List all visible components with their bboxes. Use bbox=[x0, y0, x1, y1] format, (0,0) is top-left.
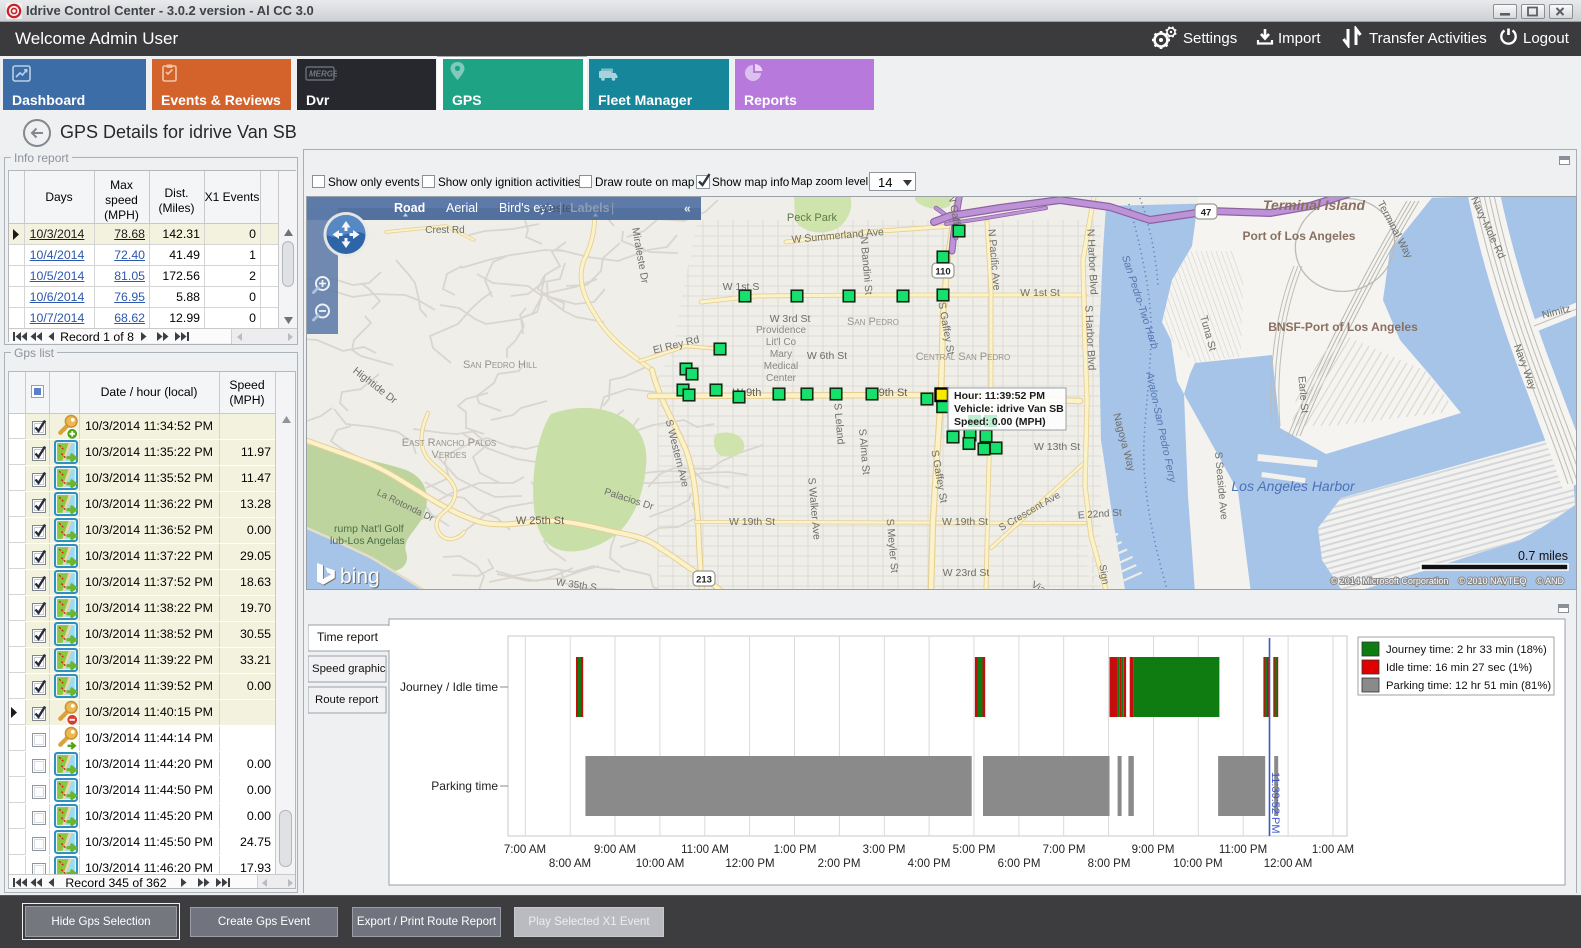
svg-text:9:00 AM: 9:00 AM bbox=[594, 844, 636, 856]
svg-text:|: | bbox=[611, 201, 614, 215]
svg-text:W 25th St: W 25th St bbox=[516, 515, 564, 527]
svg-text:10:00 AM: 10:00 AM bbox=[636, 858, 685, 870]
svg-text:Parking time: Parking time bbox=[431, 779, 498, 793]
svg-text:lub-Los Angelas: lub-Los Angelas bbox=[330, 535, 405, 547]
svg-text:9th St: 9th St bbox=[879, 387, 908, 399]
svg-text:6:00 PM: 6:00 PM bbox=[998, 858, 1041, 870]
svg-text:11:39:52 PM: 11:39:52 PM bbox=[1269, 772, 1281, 834]
svg-text:12:00 PM: 12:00 PM bbox=[725, 858, 774, 870]
svg-text:© 2014 Microsoft Corporation: © 2014 Microsoft Corporation © 2010 NAVT… bbox=[1331, 576, 1565, 586]
svg-text:Speed: 0.00 (MPH): Speed: 0.00 (MPH) bbox=[954, 416, 1046, 428]
svg-text:W 19th St: W 19th St bbox=[942, 516, 988, 528]
svg-text:|: | bbox=[559, 201, 562, 215]
svg-text:Center: Center bbox=[766, 373, 797, 384]
svg-text:rump Nat'l Golf: rump Nat'l Golf bbox=[334, 523, 404, 535]
svg-text:11:00 AM: 11:00 AM bbox=[681, 844, 729, 856]
svg-text:Providence: Providence bbox=[756, 325, 806, 336]
svg-text:8:00 PM: 8:00 PM bbox=[1088, 858, 1131, 870]
svg-text:MERGE: MERGE bbox=[309, 70, 337, 79]
svg-text:8:00 AM: 8:00 AM bbox=[549, 858, 591, 870]
svg-text:Terminal Island: Terminal Island bbox=[1263, 197, 1366, 213]
svg-text:Speed graphic: Speed graphic bbox=[312, 663, 386, 675]
svg-text:1:00 AM: 1:00 AM bbox=[1312, 844, 1354, 856]
svg-text:Vehicle: idrive Van SB: Vehicle: idrive Van SB bbox=[954, 403, 1064, 415]
svg-text:Labels: Labels bbox=[570, 201, 610, 215]
svg-text:213: 213 bbox=[696, 575, 712, 586]
svg-text:Route report: Route report bbox=[315, 694, 379, 706]
svg-text:Los Angeles Harbor: Los Angeles Harbor bbox=[1231, 478, 1356, 494]
svg-text:Mary: Mary bbox=[770, 349, 792, 360]
svg-text:5:00 PM: 5:00 PM bbox=[953, 844, 996, 856]
svg-text:Aerial: Aerial bbox=[446, 201, 478, 215]
svg-text:aleste: aleste bbox=[540, 201, 572, 215]
svg-text:Road: Road bbox=[394, 201, 425, 215]
svg-text:Time report: Time report bbox=[317, 630, 379, 644]
svg-text:Parking time: 12 hr 51 min (81: Parking time: 12 hr 51 min (81%) bbox=[1386, 680, 1551, 692]
svg-text:2:00 PM: 2:00 PM bbox=[818, 858, 861, 870]
svg-text:Idle time: 16 min 27 sec (1%): Idle time: 16 min 27 sec (1%) bbox=[1386, 662, 1533, 674]
svg-text:12:00 AM: 12:00 AM bbox=[1264, 858, 1313, 870]
svg-text:Crest Rd: Crest Rd bbox=[425, 225, 464, 236]
svg-text:110: 110 bbox=[935, 267, 950, 278]
svg-text:11:00 PM: 11:00 PM bbox=[1219, 844, 1267, 856]
svg-text:Port of Los Angeles: Port of Los Angeles bbox=[1243, 229, 1356, 243]
svg-text:«: « bbox=[684, 202, 691, 216]
svg-text:10:00 PM: 10:00 PM bbox=[1173, 858, 1222, 870]
svg-text:9:00 PM: 9:00 PM bbox=[1132, 844, 1175, 856]
svg-text:0.7 miles: 0.7 miles bbox=[1518, 549, 1568, 563]
svg-text:W 6th St: W 6th St bbox=[807, 350, 847, 362]
svg-text:VERDES: VERDES bbox=[432, 449, 467, 461]
svg-text:W 3rd St: W 3rd St bbox=[770, 313, 811, 325]
svg-text:W 19th St: W 19th St bbox=[729, 516, 775, 528]
svg-text:CENTRAL SAN PEDRO: CENTRAL SAN PEDRO bbox=[916, 351, 1011, 363]
svg-text:1:00 PM: 1:00 PM bbox=[774, 844, 817, 856]
svg-text:EAST RANCHO PALOS: EAST RANCHO PALOS bbox=[402, 437, 497, 449]
svg-text:BNSF-Port of Los Angeles: BNSF-Port of Los Angeles bbox=[1268, 320, 1418, 334]
svg-text:3:00 PM: 3:00 PM bbox=[863, 844, 906, 856]
svg-text:7:00 AM: 7:00 AM bbox=[504, 844, 546, 856]
svg-text:Peck Park: Peck Park bbox=[787, 212, 838, 224]
svg-text:SAN PEDRO: SAN PEDRO bbox=[847, 316, 899, 328]
svg-text:W 1st St: W 1st St bbox=[1020, 287, 1060, 299]
svg-text:7:00 PM: 7:00 PM bbox=[1043, 844, 1086, 856]
svg-text:W 13th St: W 13th St bbox=[1034, 441, 1080, 453]
svg-text:Medical: Medical bbox=[764, 361, 798, 372]
svg-text:Journey time: 2 hr 33 min (18%: Journey time: 2 hr 33 min (18%) bbox=[1386, 644, 1547, 656]
svg-text:W 23rd St: W 23rd St bbox=[943, 567, 990, 579]
svg-text:4:00 PM: 4:00 PM bbox=[908, 858, 951, 870]
svg-text:bing: bing bbox=[340, 565, 380, 588]
svg-text:47: 47 bbox=[1201, 208, 1212, 219]
svg-text:Journey / Idle time: Journey / Idle time bbox=[400, 680, 498, 694]
svg-text:Hour: 11:39:52 PM: Hour: 11:39:52 PM bbox=[954, 390, 1045, 402]
svg-text:Lit'l Co: Lit'l Co bbox=[766, 337, 797, 348]
svg-text:SAN PEDRO HILL: SAN PEDRO HILL bbox=[463, 359, 538, 371]
